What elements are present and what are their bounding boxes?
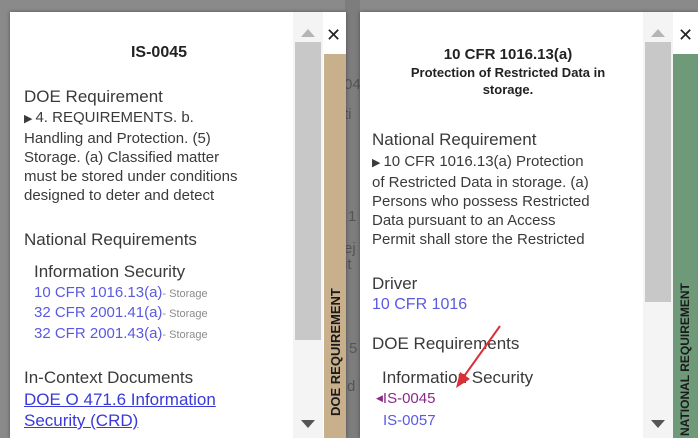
requirement-line: of Restricted Data in storage. (a) [372,174,589,191]
scroll-up-arrow-icon[interactable] [301,29,315,37]
panel-subtitle: Protection of Restricted Data in [410,65,606,80]
panel-content: IS-0045 DOE Requirement ▶ 4. REQUIREMENTS… [24,12,294,438]
doe-link-row: ◀IS-0045 [376,390,435,407]
national-link[interactable]: 32 CFR 2001.43(a) [34,325,162,342]
scrollbar-thumb[interactable] [295,42,321,340]
national-link-row: 10 CFR 1016.13(a)- Storage [34,284,208,301]
background-text: 1 [348,208,357,225]
panel-title: IS-0045 [130,44,188,61]
national-requirement-panel: 10 CFR 1016.13(a) Protection of Restrict… [360,12,698,438]
national-requirements-heading: National Requirements [24,230,197,249]
doe-link[interactable]: IS-0057 [383,412,436,429]
requirement-line: Handling and Protection. (5) [24,130,211,147]
in-context-documents-heading: In-Context Documents [24,368,194,387]
requirement-heading: National Requirement [372,130,537,149]
requirement-line: must be stored under conditions [24,168,238,185]
doe-link-current[interactable]: IS-0045 [383,390,436,407]
close-icon[interactable]: ✕ [326,25,341,46]
national-requirement-tab[interactable]: NATIONAL REQUIREMENT [673,54,698,438]
requirement-text: ▶ 4. REQUIREMENTS. b. Handling and Protec… [24,108,294,205]
category-label: Information Security [34,262,186,281]
requirement-heading: DOE Requirement [24,87,163,106]
context-document-link[interactable]: Security (CRD) [24,411,138,431]
requirement-line: Persons who possess Restricted [372,193,590,210]
scroll-up-arrow-icon[interactable] [651,29,665,37]
requirement-line: designed to deter and detect [24,187,215,204]
requirement-line: Permit shall store the Restricted [372,231,585,248]
national-link[interactable]: 10 CFR 1016.13(a) [34,284,162,301]
requirement-line: Storage. (a) Classified matter [24,149,220,166]
requirement-line: 4. REQUIREMENTS. b. [35,109,194,126]
tab-label: NATIONAL REQUIREMENT [678,283,692,436]
link-note: - Storage [162,308,208,320]
scrollbar-thumb[interactable] [645,42,671,302]
background-text: d [347,378,356,395]
background-text: 04 [344,76,361,93]
national-link-row: 32 CFR 2001.43(a)- Storage [34,325,208,342]
requirement-text: ▶ 10 CFR 1016.13(a) Protection of Restric… [372,152,644,249]
doe-requirement-tab[interactable]: DOE REQUIREMENT [324,54,346,438]
tab-label: DOE REQUIREMENT [328,288,343,416]
panel-title: 10 CFR 1016.13(a) [443,46,573,63]
background-text: 5 [349,340,358,357]
close-icon[interactable]: ✕ [678,25,693,46]
scroll-down-arrow-icon[interactable] [301,420,315,428]
driver-heading: Driver [372,274,418,293]
current-item-marker-icon: ◀ [376,393,383,403]
requirement-line: 10 CFR 1016.13(a) Protection [383,153,584,170]
requirement-line: Data pursuant to an Access [372,212,556,229]
panel-subtitle: storage. [482,82,534,97]
expand-triangle-icon[interactable]: ▶ [372,157,380,169]
context-document-link[interactable]: DOE O 471.6 Information [24,390,216,410]
annotation-arrow-icon [456,325,501,388]
scroll-down-arrow-icon[interactable] [651,420,665,428]
national-link[interactable]: 32 CFR 2001.41(a) [34,304,162,321]
driver-link[interactable]: 10 CFR 1016 [372,296,467,314]
link-note: - Storage [162,329,208,341]
link-note: - Storage [162,288,208,300]
doe-requirement-panel: IS-0045 DOE Requirement ▶ 4. REQUIREMENTS… [10,12,346,438]
expand-triangle-icon[interactable]: ▶ [24,113,32,125]
national-link-row: 32 CFR 2001.41(a)- Storage [34,304,208,321]
